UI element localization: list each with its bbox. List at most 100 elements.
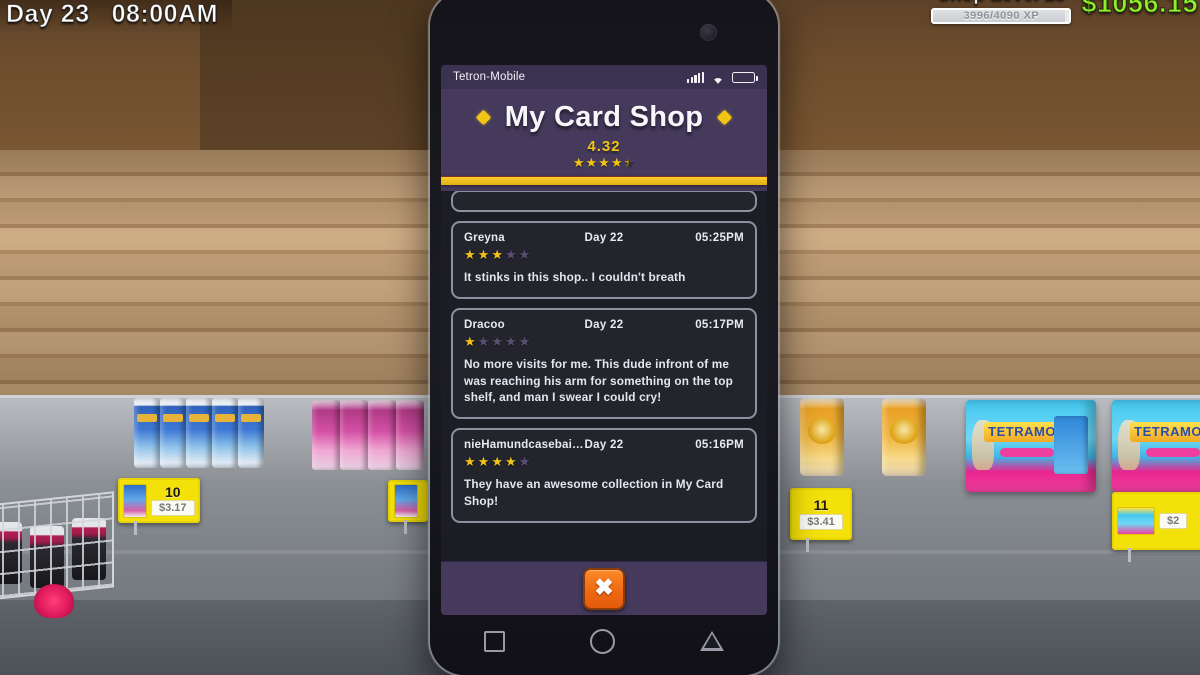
star-icon: ★	[518, 454, 531, 469]
star-icon: ★	[464, 247, 476, 262]
reviews-list[interactable]: Greyna Day 22 05:25PM ★ ★ ★ ★ ★ It stinks in thi…	[441, 191, 767, 561]
product-pack[interactable]	[368, 400, 396, 470]
review-header: Greyna Day 22 05:25PM	[464, 232, 744, 244]
review-stars: ★ ★ ★ ★ ★	[464, 248, 744, 261]
price-tag-stem	[1128, 548, 1131, 562]
carrier-label: Tetron-Mobile	[453, 71, 526, 83]
hud-day-label: Day 23	[6, 0, 90, 29]
review-card-partial[interactable]	[451, 191, 757, 212]
price-tag-quantity: 11	[813, 496, 829, 513]
review-time: 05:16PM	[695, 439, 744, 451]
star-icon: ★	[610, 155, 623, 170]
star-icon: ★	[518, 333, 531, 349]
signal-bars-icon	[687, 71, 704, 83]
review-text: They have an awesome collection in My Ca…	[464, 477, 724, 508]
phone-status-bar: Tetron-Mobile	[441, 65, 767, 89]
hud-day-time: Day 23 08:00AM	[0, 0, 232, 33]
price-tag-stem	[404, 520, 407, 534]
review-stars: ★ ★ ★ ★ ★	[464, 335, 744, 348]
price-tag-price: $2	[1159, 512, 1188, 530]
app-header: My Card Shop 4.32 ★ ★ ★ ★ ★	[441, 89, 767, 191]
star-icon: ★	[518, 247, 531, 262]
shop-rating-value: 4.32	[587, 138, 621, 155]
product-box-tetramon[interactable]: TETRAMON	[966, 400, 1096, 492]
price-tag[interactable]: 10 $3.17	[118, 478, 200, 535]
xp-label: 3996/4090 XP	[963, 10, 1040, 22]
price-tag[interactable]: $2	[1112, 492, 1200, 562]
product-can[interactable]	[186, 398, 212, 468]
hud-time-label: 08:00AM	[111, 0, 218, 29]
price-tag-price: $3.17	[151, 499, 195, 517]
triangle-back-icon[interactable]	[700, 631, 725, 651]
review-author: Greyna	[464, 232, 505, 244]
review-text: No more visits for me. This dude infront…	[464, 356, 733, 405]
price-tag-thumbnail	[123, 483, 147, 518]
review-header: Dracoo Day 22 05:17PM	[464, 319, 744, 331]
review-day: Day 22	[584, 232, 624, 244]
star-icon: ★	[477, 333, 490, 349]
circle-home-icon[interactable]	[589, 628, 615, 654]
price-tag-stem	[134, 521, 137, 535]
phone-camera-icon	[700, 24, 717, 41]
header-divider	[441, 176, 767, 185]
product-can[interactable]	[238, 398, 264, 468]
review-time: 05:17PM	[695, 318, 744, 331]
wifi-icon	[711, 72, 725, 84]
star-icon: ★	[598, 155, 610, 170]
star-icon: ★	[504, 333, 517, 349]
review-stars: ★ ★ ★ ★ ★	[464, 455, 744, 468]
price-tag[interactable]	[388, 480, 428, 534]
product-pack[interactable]	[396, 400, 424, 470]
product-pack[interactable]	[312, 400, 340, 470]
product-pack[interactable]	[340, 400, 368, 470]
star-icon: ★	[491, 333, 503, 349]
review-day: Day 22	[584, 439, 624, 451]
star-icon: ★	[504, 454, 517, 469]
star-icon: ★	[464, 454, 476, 469]
review-card[interactable]: Greyna Day 22 05:25PM ★ ★ ★ ★ ★ It stinks in thi…	[451, 221, 757, 299]
android-nav-bar	[441, 617, 767, 665]
close-button[interactable]: ✖	[583, 567, 625, 610]
review-card[interactable]: Dracoo Day 22 05:17PM ★ ★ ★ ★ ★ No more visits f…	[451, 307, 757, 419]
diamond-icon	[717, 109, 733, 126]
star-icon: ★	[585, 155, 598, 170]
price-tag-thumbnail	[1117, 507, 1155, 535]
product-can[interactable]	[212, 398, 238, 468]
price-tag-stem	[806, 538, 809, 552]
box-logo-subtitle	[1000, 448, 1054, 457]
review-time: 05:25PM	[695, 232, 744, 244]
price-tag-thumbnail	[394, 484, 418, 518]
star-icon: ★	[491, 247, 503, 262]
product-box-tetramon[interactable]: TETRAMON	[1112, 400, 1200, 492]
star-icon: ★	[477, 454, 490, 469]
phone-screen: Tetron-Mobile My Card Shop 4.32 ★ ★ ★ ★ …	[441, 65, 767, 615]
price-tag-price: $3.41	[799, 513, 843, 531]
app-footer: ✖	[441, 561, 767, 615]
hud-status-group: Shop Level 18 3996/4090 XP $1056.15	[931, 0, 1200, 24]
review-card[interactable]: nieHamundcasebaing Day 22 05:16PM ★ ★ ★ ★ ★ They…	[451, 428, 757, 523]
star-icon: ★	[504, 247, 517, 262]
hud-money-label: $1056.15	[1081, 0, 1198, 19]
star-icon: ★	[477, 247, 490, 262]
review-day: Day 22	[584, 318, 624, 331]
shopping-cart[interactable]	[0, 491, 116, 628]
battery-icon	[732, 71, 758, 83]
cart-product-flower	[34, 584, 74, 618]
price-tag[interactable]: 11 $3.41	[790, 488, 852, 552]
page-title: My Card Shop	[504, 101, 704, 133]
diamond-icon	[475, 109, 491, 126]
box-logo-subtitle	[1146, 448, 1200, 457]
product-can-orange[interactable]	[882, 398, 926, 476]
product-can-orange[interactable]	[800, 398, 844, 476]
product-can[interactable]	[160, 398, 186, 468]
star-icon: ★	[491, 454, 503, 469]
product-can[interactable]	[134, 398, 160, 468]
box-art-pack	[1054, 416, 1088, 474]
box-logo-label: TETRAMON	[1130, 422, 1200, 442]
star-icon: ★	[623, 155, 636, 170]
hud-shop-level: Shop Level 18 3996/4090 XP	[931, 0, 1072, 24]
review-header: nieHamundcasebaing Day 22 05:16PM	[464, 439, 744, 451]
square-recents-icon[interactable]	[483, 630, 505, 652]
xp-progress-bar: 3996/4090 XP	[931, 8, 1072, 24]
review-author: nieHamundcasebaing	[464, 439, 584, 451]
